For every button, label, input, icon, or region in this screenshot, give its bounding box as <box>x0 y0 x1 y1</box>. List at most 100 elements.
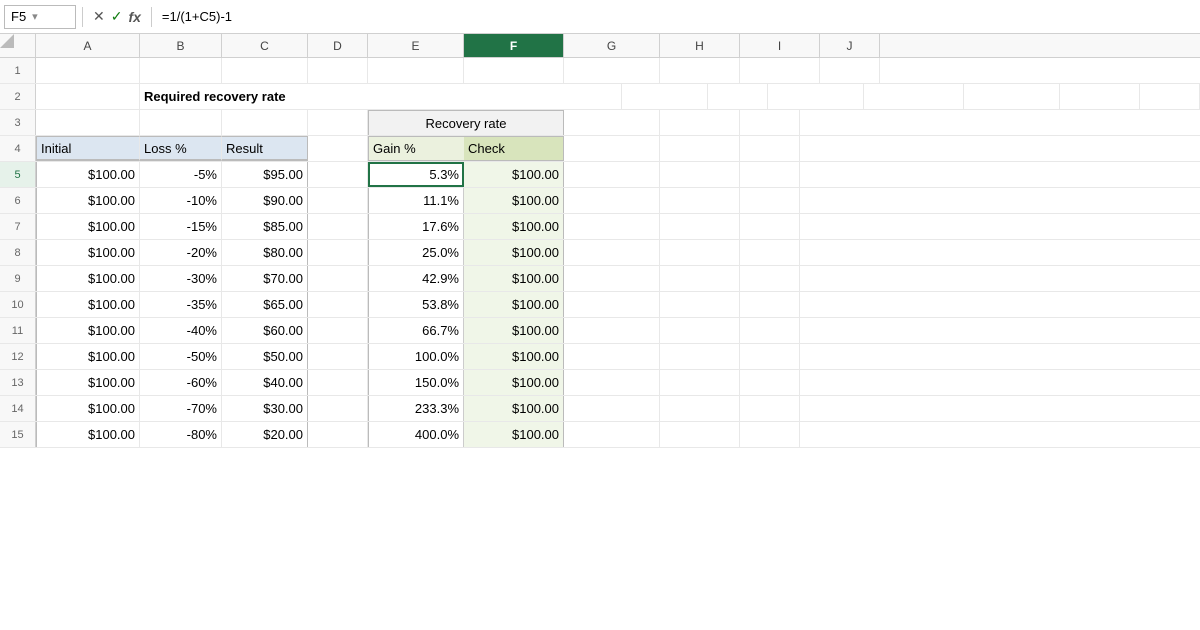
cell-result-12[interactable]: $50.00 <box>222 344 308 369</box>
cell-j-6[interactable] <box>740 188 800 213</box>
cell-h-8[interactable] <box>564 240 660 265</box>
cell-initial-10[interactable]: $100.00 <box>36 292 140 317</box>
cell-result-10[interactable]: $65.00 <box>222 292 308 317</box>
col-header-f[interactable]: F <box>464 34 564 57</box>
cell-check-14[interactable]: $100.00 <box>464 396 564 421</box>
cell-j-10[interactable] <box>740 292 800 317</box>
cell-h2[interactable] <box>1060 84 1140 109</box>
cell-check-7[interactable]: $100.00 <box>464 214 564 239</box>
cell-j-13[interactable] <box>740 370 800 395</box>
cell-initial-11[interactable]: $100.00 <box>36 318 140 343</box>
cell-gain-10[interactable]: 53.8% <box>368 292 464 317</box>
cell-check-6[interactable]: $100.00 <box>464 188 564 213</box>
cell-i3[interactable] <box>740 110 800 135</box>
cell-h-12[interactable] <box>564 344 660 369</box>
cell-h-13[interactable] <box>564 370 660 395</box>
cell-h1[interactable] <box>660 58 740 83</box>
cell-result-13[interactable]: $40.00 <box>222 370 308 395</box>
cell-e2[interactable] <box>768 84 864 109</box>
col-header-i[interactable]: I <box>740 34 820 57</box>
cell-j1[interactable] <box>820 58 880 83</box>
cell-j-9[interactable] <box>740 266 800 291</box>
cell-gain-5[interactable]: 5.3% <box>368 162 464 187</box>
cell-gain-13[interactable]: 150.0% <box>368 370 464 395</box>
cell-i-7[interactable] <box>660 214 740 239</box>
cell-check-8[interactable]: $100.00 <box>464 240 564 265</box>
cell-a3[interactable] <box>36 110 140 135</box>
col-header-c[interactable]: C <box>222 34 308 57</box>
cell-result-9[interactable]: $70.00 <box>222 266 308 291</box>
cell-h-14[interactable] <box>564 396 660 421</box>
cell-initial-8[interactable]: $100.00 <box>36 240 140 265</box>
cell-i-11[interactable] <box>660 318 740 343</box>
cell-i1[interactable] <box>740 58 820 83</box>
cell-e1[interactable] <box>368 58 464 83</box>
cell-gain-9[interactable]: 42.9% <box>368 266 464 291</box>
cell-check-12[interactable]: $100.00 <box>464 344 564 369</box>
cell-loss-15[interactable]: -80% <box>140 422 222 447</box>
cell-initial-15[interactable]: $100.00 <box>36 422 140 447</box>
col-header-b[interactable]: B <box>140 34 222 57</box>
cell-loss-10[interactable]: -35% <box>140 292 222 317</box>
cell-h-11[interactable] <box>564 318 660 343</box>
confirm-icon[interactable]: ✓ <box>111 8 123 25</box>
cell-b2-title[interactable]: Required recovery rate <box>140 84 622 109</box>
cell-check-10[interactable]: $100.00 <box>464 292 564 317</box>
cell-e-10[interactable] <box>308 292 368 317</box>
cell-loss-5[interactable]: -5% <box>140 162 222 187</box>
cell-check-15[interactable]: $100.00 <box>464 422 564 447</box>
cell-c3[interactable] <box>222 110 308 135</box>
cell-initial-9[interactable]: $100.00 <box>36 266 140 291</box>
cell-initial-12[interactable]: $100.00 <box>36 344 140 369</box>
cell-g3[interactable] <box>564 110 660 135</box>
cell-gain-header[interactable]: Gain % <box>368 136 464 161</box>
formula-input[interactable] <box>158 5 1196 29</box>
cell-j-11[interactable] <box>740 318 800 343</box>
cell-i-9[interactable] <box>660 266 740 291</box>
cell-reference-box[interactable]: F5 ▾ <box>4 5 76 29</box>
cell-e-8[interactable] <box>308 240 368 265</box>
cell-c1[interactable] <box>222 58 308 83</box>
cell-result-6[interactable]: $90.00 <box>222 188 308 213</box>
cell-j-5[interactable] <box>740 162 800 187</box>
recovery-rate-merged-header[interactable]: Recovery rate <box>368 110 564 135</box>
cell-check-11[interactable]: $100.00 <box>464 318 564 343</box>
cell-e-9[interactable] <box>308 266 368 291</box>
cell-initial-header[interactable]: Initial <box>36 136 140 161</box>
cell-h-15[interactable] <box>564 422 660 447</box>
cell-j-7[interactable] <box>740 214 800 239</box>
cell-result-header[interactable]: Result <box>222 136 308 161</box>
cell-i2[interactable] <box>1140 84 1200 109</box>
cell-j-14[interactable] <box>740 396 800 421</box>
cell-gain-8[interactable]: 25.0% <box>368 240 464 265</box>
cell-e-11[interactable] <box>308 318 368 343</box>
cell-d1[interactable] <box>308 58 368 83</box>
cell-b3[interactable] <box>140 110 222 135</box>
cell-h4[interactable] <box>660 136 740 161</box>
cell-d3[interactable] <box>308 110 368 135</box>
cell-result-5[interactable]: $95.00 <box>222 162 308 187</box>
cell-e-14[interactable] <box>308 396 368 421</box>
cell-initial-6[interactable]: $100.00 <box>36 188 140 213</box>
cell-gain-12[interactable]: 100.0% <box>368 344 464 369</box>
cell-result-8[interactable]: $80.00 <box>222 240 308 265</box>
cell-loss-7[interactable]: -15% <box>140 214 222 239</box>
col-header-e[interactable]: E <box>368 34 464 57</box>
cell-gain-7[interactable]: 17.6% <box>368 214 464 239</box>
cell-f1[interactable] <box>464 58 564 83</box>
cell-check-5[interactable]: $100.00 <box>464 162 564 187</box>
cell-i-12[interactable] <box>660 344 740 369</box>
cell-loss-9[interactable]: -30% <box>140 266 222 291</box>
cell-i-14[interactable] <box>660 396 740 421</box>
cell-e-12[interactable] <box>308 344 368 369</box>
cell-j-8[interactable] <box>740 240 800 265</box>
cell-e-15[interactable] <box>308 422 368 447</box>
cell-i4[interactable] <box>740 136 800 161</box>
cell-loss-11[interactable]: -40% <box>140 318 222 343</box>
cell-i-10[interactable] <box>660 292 740 317</box>
cell-result-11[interactable]: $60.00 <box>222 318 308 343</box>
cell-e-13[interactable] <box>308 370 368 395</box>
cell-f2[interactable] <box>864 84 964 109</box>
cell-result-7[interactable]: $85.00 <box>222 214 308 239</box>
cell-h-9[interactable] <box>564 266 660 291</box>
